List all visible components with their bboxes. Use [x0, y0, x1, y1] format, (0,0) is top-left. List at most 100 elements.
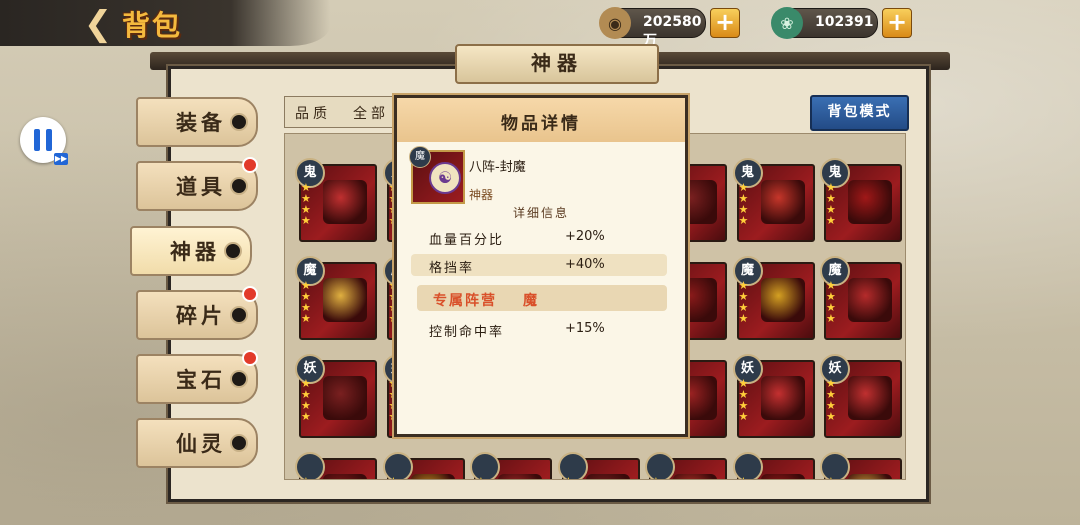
weapon-art-icon: [848, 474, 892, 479]
tab-knob-icon: [230, 434, 248, 452]
tab-knob-icon: [230, 113, 248, 131]
weapon-art-icon: [760, 180, 805, 224]
weapon-art-icon: [410, 474, 455, 479]
star-rating-icon: ★★★★: [826, 476, 840, 479]
notification-dot-icon: [242, 286, 258, 302]
star-rating-icon: ★★★★: [738, 279, 749, 325]
detail-section-title: 详细信息: [512, 206, 569, 220]
inventory-slot[interactable]: 鬼★★★★: [295, 158, 377, 242]
detail-title: 物品详情: [501, 114, 581, 134]
weapon-art-icon: [323, 474, 367, 479]
star-rating-icon: ★★★★: [826, 279, 836, 325]
inventory-slot[interactable]: ★★★★: [732, 452, 815, 479]
tab-items[interactable]: 道具: [136, 157, 258, 211]
item-name: 八阵-封魔: [469, 160, 526, 175]
jade-resource: ❀ 102391: [771, 7, 878, 39]
notification-dot-icon: [242, 350, 258, 366]
faction-value: 魔: [523, 293, 537, 309]
tab-equipment[interactable]: 装备: [136, 97, 258, 147]
stat-key: 格挡率: [429, 261, 475, 276]
weapon-art-icon: [323, 180, 367, 224]
inventory-slot[interactable]: 妖★★★★: [732, 354, 815, 438]
add-coin-button[interactable]: +: [710, 8, 740, 38]
notification-dot-icon: [242, 157, 258, 173]
pause-button[interactable]: ▶▶: [20, 117, 68, 165]
add-jade-button[interactable]: +: [882, 8, 912, 38]
tab-artifacts[interactable]: 神器: [130, 226, 252, 276]
star-rating-icon: ★★★★: [826, 377, 836, 423]
stat-key: 控制命中率: [429, 325, 505, 340]
weapon-art-icon: [585, 474, 630, 479]
stat-key: 血量百分比: [429, 233, 505, 248]
tab-knob-icon: [230, 370, 248, 388]
panel-title-plaque: 神器: [455, 44, 659, 84]
tab-label: 仙灵: [176, 432, 226, 456]
weapon-art-icon: [848, 376, 892, 420]
bagua-emblem-icon: ☯: [429, 162, 461, 194]
weapon-art-icon: [760, 376, 805, 420]
star-rating-icon: ★★★★: [301, 279, 311, 325]
inventory-slot[interactable]: ★★★★: [295, 452, 377, 479]
star-rating-icon: ★★★★: [389, 476, 403, 479]
star-rating-icon: ★★★★: [476, 476, 490, 479]
inventory-slot[interactable]: ★★★★: [382, 452, 465, 479]
inventory-slot[interactable]: ★★★★: [645, 452, 727, 479]
coin-resource: ◉ 202580万: [599, 7, 706, 49]
filter-label: 品质: [295, 106, 331, 122]
page-title: 背包: [122, 9, 183, 42]
fast-forward-icon[interactable]: ▶▶: [54, 153, 68, 165]
faction-row: 专属阵营 魔: [417, 285, 667, 311]
inventory-slot[interactable]: 鬼★★★★: [820, 158, 902, 242]
tab-label: 碎片: [176, 304, 226, 328]
tab-label: 宝石: [176, 368, 226, 392]
inventory-slot[interactable]: 魔★★★★: [732, 256, 815, 340]
inventory-slot[interactable]: 妖★★★★: [295, 354, 377, 438]
weapon-art-icon: [498, 474, 542, 479]
item-type: 神器: [469, 188, 494, 202]
inventory-slot[interactable]: ★★★★: [557, 452, 640, 479]
item-rank-badge: 魔: [409, 146, 431, 168]
star-rating-icon: ★★★★: [826, 181, 836, 227]
bag-mode-button[interactable]: 背包模式: [810, 95, 909, 131]
star-rating-icon: ★★★★: [739, 476, 753, 479]
filter-value: 全部: [353, 106, 389, 122]
faction-key: 专属阵营: [433, 293, 497, 309]
weapon-art-icon: [848, 180, 892, 224]
inventory-slot[interactable]: 魔★★★★: [295, 256, 377, 340]
tab-gems[interactable]: 宝石: [136, 350, 258, 404]
tab-knob-icon: [230, 306, 248, 324]
weapon-art-icon: [323, 376, 367, 420]
jade-icon: ❀: [771, 7, 803, 39]
tab-label: 神器: [170, 240, 220, 264]
weapon-art-icon: [760, 278, 805, 322]
weapon-art-icon: [673, 474, 717, 479]
inventory-slot[interactable]: 鬼★★★★: [732, 158, 815, 242]
inventory-slot[interactable]: ★★★★: [470, 452, 552, 479]
item-detail-popup: 物品详情 魔 ☯ 八阵-封魔 神器 详细信息 血量百分比 +20% 格挡率 +4…: [394, 95, 688, 437]
star-rating-icon: ★★★★: [301, 377, 311, 423]
tab-label: 装备: [176, 111, 226, 135]
tab-label: 道具: [176, 175, 226, 199]
tab-fragments[interactable]: 碎片: [136, 286, 258, 340]
coin-icon: ◉: [599, 7, 631, 39]
star-rating-icon: ★★★★: [651, 476, 665, 479]
inventory-slot[interactable]: 魔★★★★: [820, 256, 902, 340]
star-rating-icon: ★★★★: [738, 377, 749, 423]
inventory-slot[interactable]: ★★★★: [820, 452, 902, 479]
stat-row: 格挡率 +40%: [411, 254, 667, 276]
panel-title: 神器: [531, 51, 583, 75]
stat-value: +40%: [565, 257, 605, 272]
jade-value: 102391: [815, 14, 874, 30]
tab-spirits[interactable]: 仙灵: [136, 418, 258, 468]
quality-filter[interactable]: 品质 全部: [284, 96, 396, 128]
weapon-art-icon: [848, 278, 892, 322]
detail-title-bar: 物品详情: [397, 98, 685, 142]
star-rating-icon: ★★★★: [301, 181, 311, 227]
star-rating-icon: ★★★★: [301, 476, 315, 479]
pause-icon: [34, 129, 52, 151]
stat-row: 血量百分比 +20%: [411, 226, 667, 248]
back-arrow-icon[interactable]: ❮: [80, 6, 116, 42]
inventory-slot[interactable]: 妖★★★★: [820, 354, 902, 438]
weapon-art-icon: [760, 474, 805, 479]
item-icon: 魔 ☯: [409, 146, 465, 204]
